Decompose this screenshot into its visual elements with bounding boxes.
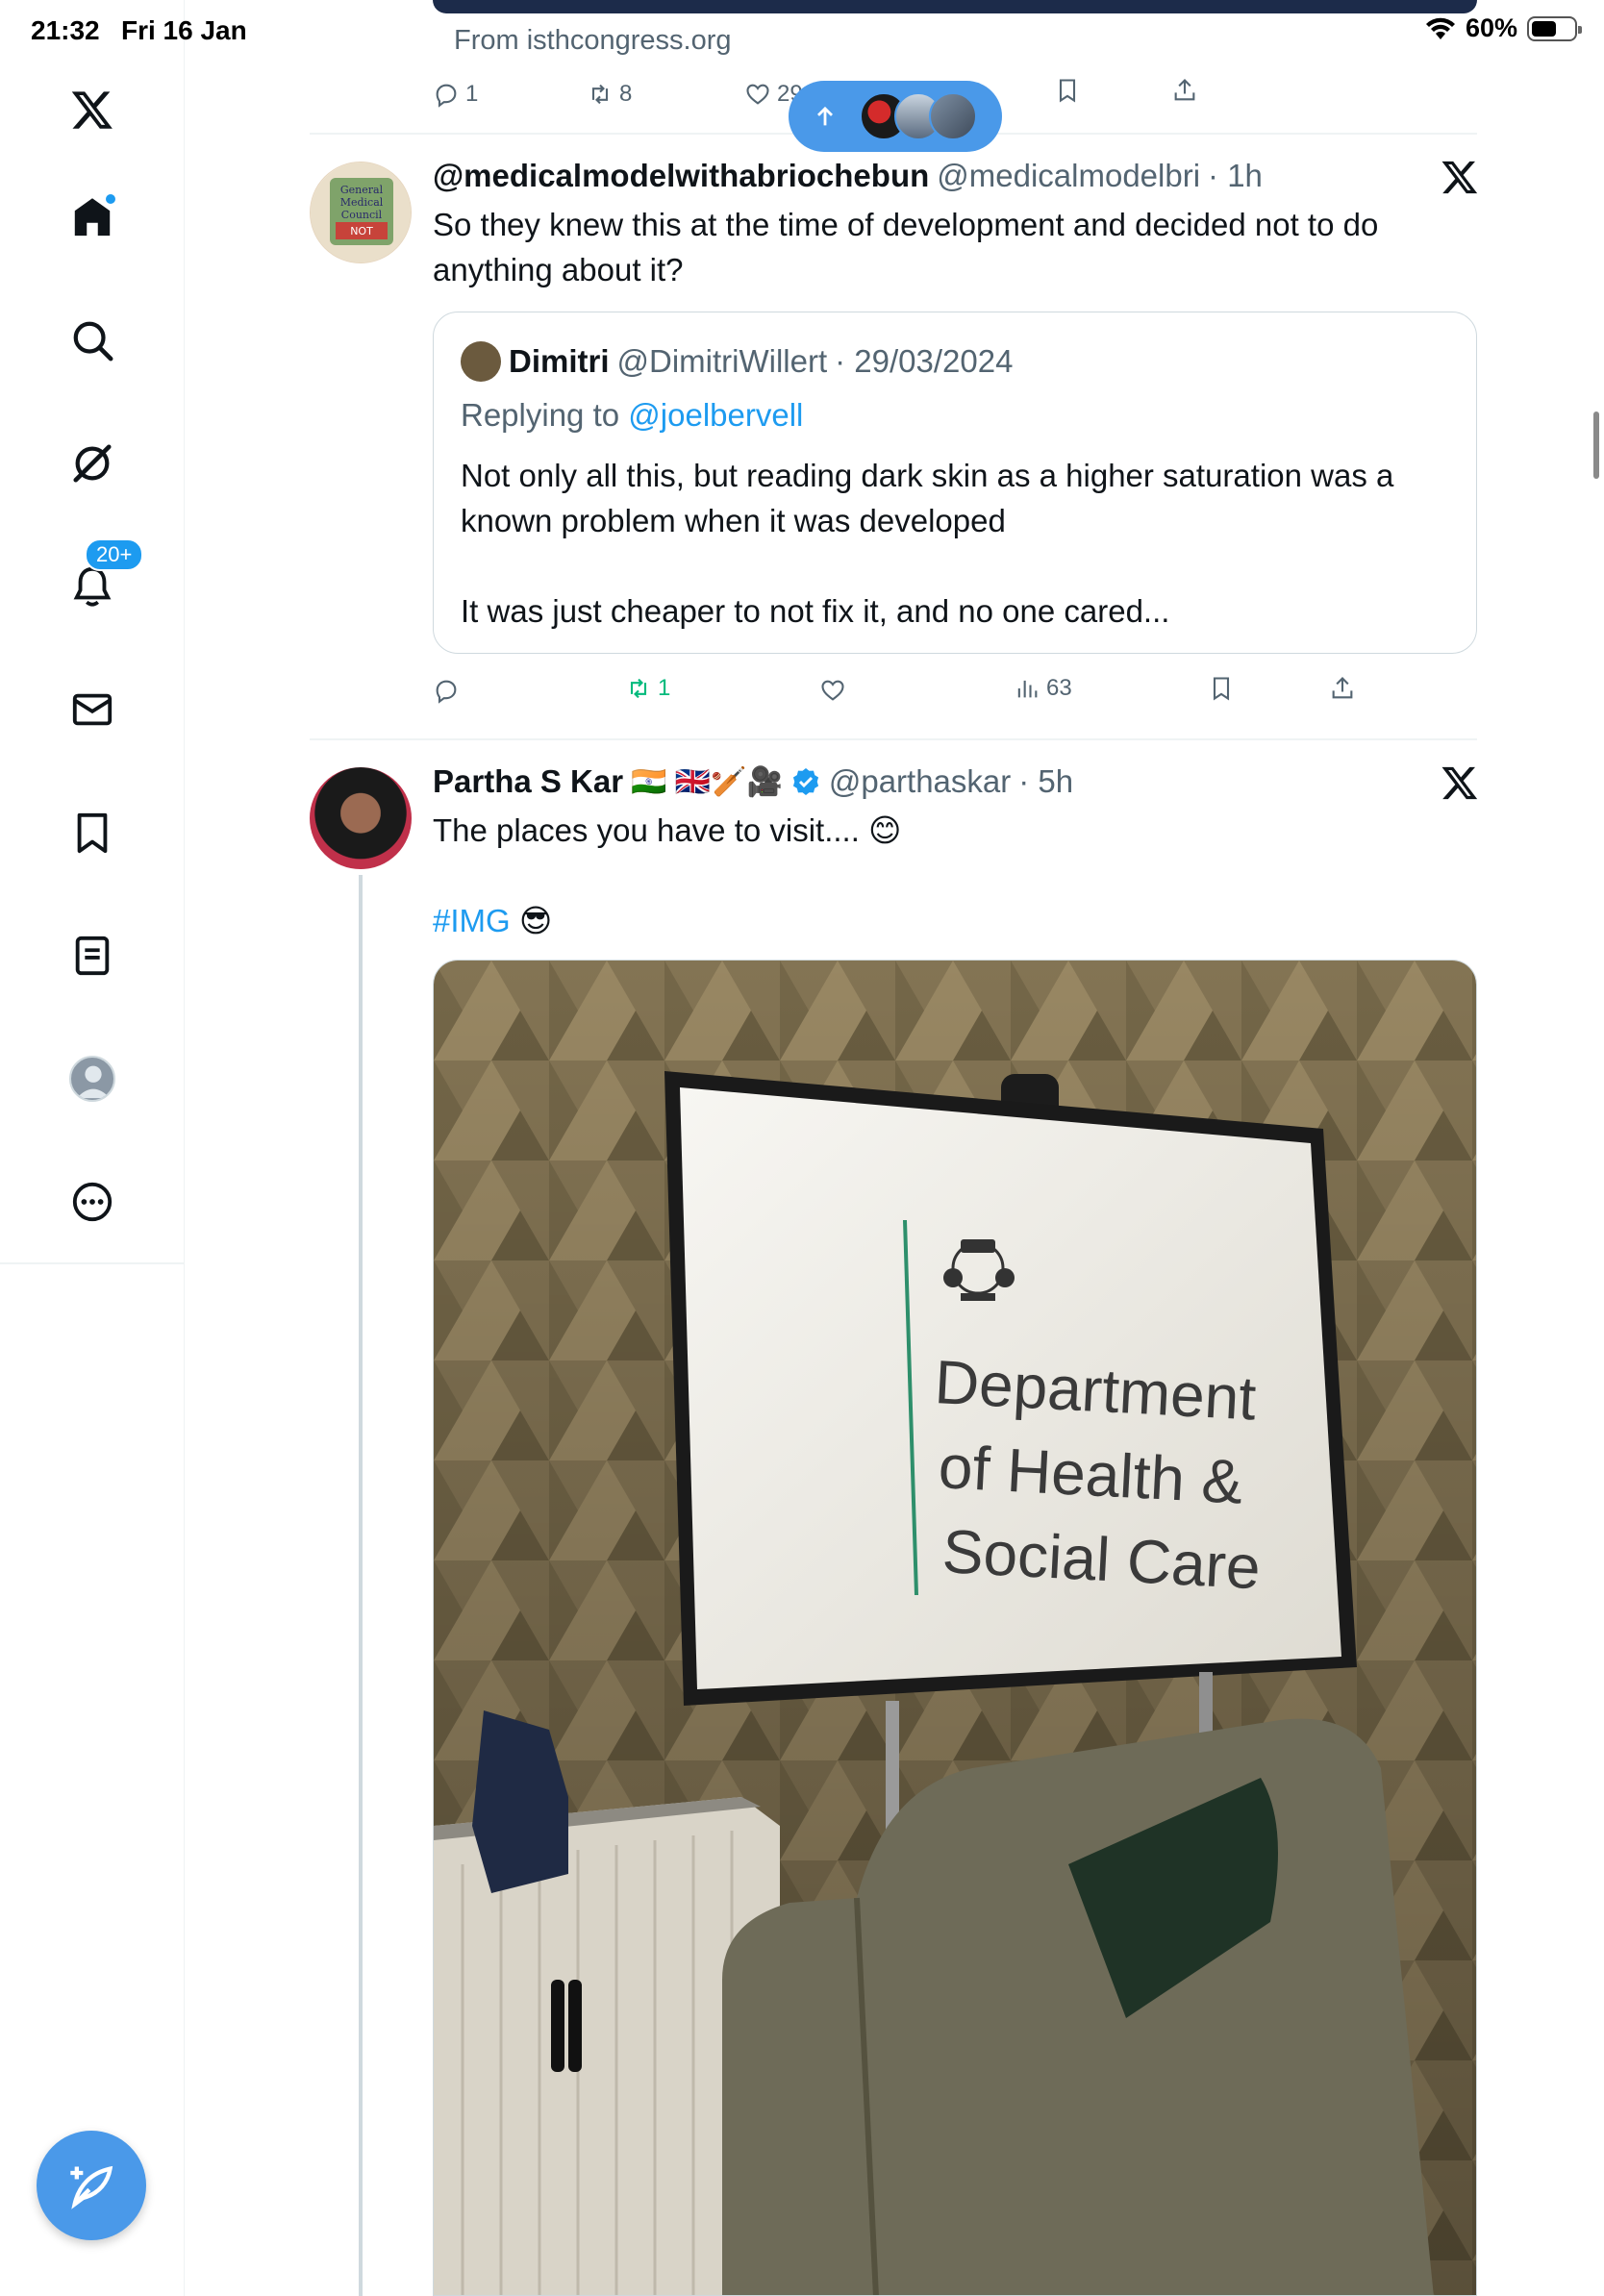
reply-icon [436,680,457,704]
post-text: The places you have to visit.... 😊 [433,812,902,848]
name-emoji: 🇮🇳 🇬🇧🏏🎥 [631,765,783,798]
status-bar: 21:32 Fri 16 Jan 60% [0,0,1604,60]
avatar-text: Medical [340,196,384,209]
heart-icon [821,680,844,701]
repost-count: 8 [619,81,633,107]
hashtag-emoji: 😎 [518,903,553,938]
share-button[interactable] [1171,77,1198,104]
like-button[interactable] [819,677,846,704]
views-icon [1017,680,1038,698]
reply-button[interactable]: 1 [433,81,478,108]
more-icon[interactable] [62,1171,123,1233]
compose-icon [70,2165,113,2209]
avatar-text: Council [341,209,383,221]
quote-date: · 29/03/2024 [835,343,1014,379]
bookmark-icon [1213,677,1230,701]
quote-name: Dimitri [509,343,610,379]
status-time: 21:32 [31,15,100,45]
new-posts-pill[interactable] [789,81,1002,152]
post-text-line: anything about it? [433,252,684,287]
quote-card[interactable]: Dimitri @DimitriWillert · 29/03/2024 Rep… [433,312,1477,654]
repost-icon [591,84,609,105]
x-logo-icon [1441,161,1478,194]
scrollbar[interactable] [1593,412,1599,479]
reply-button[interactable] [433,677,460,704]
new-post-avatar [929,92,977,140]
post-text-line: So they knew this at the time of develop… [433,207,1379,242]
avatar[interactable]: General Medical Council NOT [310,162,412,263]
x-logo-icon [1441,766,1478,800]
wifi-icon [1425,17,1455,39]
arrow-up-icon [817,106,833,126]
replying-to-link[interactable]: @joelbervell [628,397,803,433]
share-icon [1332,677,1353,699]
share-icon [1174,79,1195,101]
battery-icon [1527,15,1582,41]
handle[interactable]: @medicalmodelbri [937,158,1200,194]
timestamp[interactable]: · 5h [1018,763,1073,800]
quote-text-line: Not only all this, but reading dark skin… [461,458,1394,493]
avatar-text: General [340,184,384,196]
views-button[interactable]: 63 [1014,675,1072,702]
repost-count: 1 [658,675,671,701]
profile-icon[interactable] [62,1048,123,1110]
display-name[interactable]: @medicalmodelwithabriochebun [433,158,929,194]
post-photo[interactable]: Department of Health & Social Care [433,960,1477,2296]
quote-avatar [461,341,501,382]
quote-text-line: known problem when it was developed [461,503,1006,538]
verified-badge-icon [792,768,818,795]
hashtag-link[interactable]: #IMG [433,903,511,938]
bookmark-icon[interactable] [62,802,123,863]
grok-icon[interactable] [62,433,123,494]
timestamp[interactable]: · 1h [1208,158,1263,194]
views-count: 63 [1046,675,1072,701]
share-button[interactable] [1329,675,1356,702]
avatar-text: NOT [350,225,373,237]
thread-line [359,875,363,2296]
reply-count: 1 [465,81,479,107]
display-name[interactable]: Partha S Kar [433,763,623,800]
bookmark-button[interactable] [1208,675,1235,702]
heart-icon [746,84,769,105]
mail-icon[interactable] [62,679,123,740]
bell-icon[interactable]: 20+ [62,538,144,617]
status-date: Fri 16 Jan [121,15,247,45]
repost-button[interactable]: 8 [587,81,632,108]
quote-handle: @DimitriWillert [616,343,828,379]
bookmark-icon [1059,79,1076,103]
lists-icon[interactable] [62,925,123,986]
handle[interactable]: @parthaskar [829,763,1011,800]
x-logo-icon[interactable] [62,79,123,140]
sidebar: 20+ [0,0,185,2296]
home-notification-dot [104,192,117,206]
battery-percent: 60% [1465,13,1517,42]
reply-icon [436,84,457,108]
search-icon[interactable] [62,310,123,371]
bookmark-button[interactable] [1054,77,1081,104]
compose-button[interactable] [37,2131,146,2240]
avatar[interactable] [310,767,412,869]
repost-button[interactable]: 1 [625,675,670,702]
quote-text-line: It was just cheaper to not fix it, and n… [461,593,1170,629]
repost-icon [630,678,647,699]
replying-label: Replying to [461,397,620,433]
home-icon[interactable] [62,187,123,248]
notifications-badge: 20+ [85,538,144,571]
